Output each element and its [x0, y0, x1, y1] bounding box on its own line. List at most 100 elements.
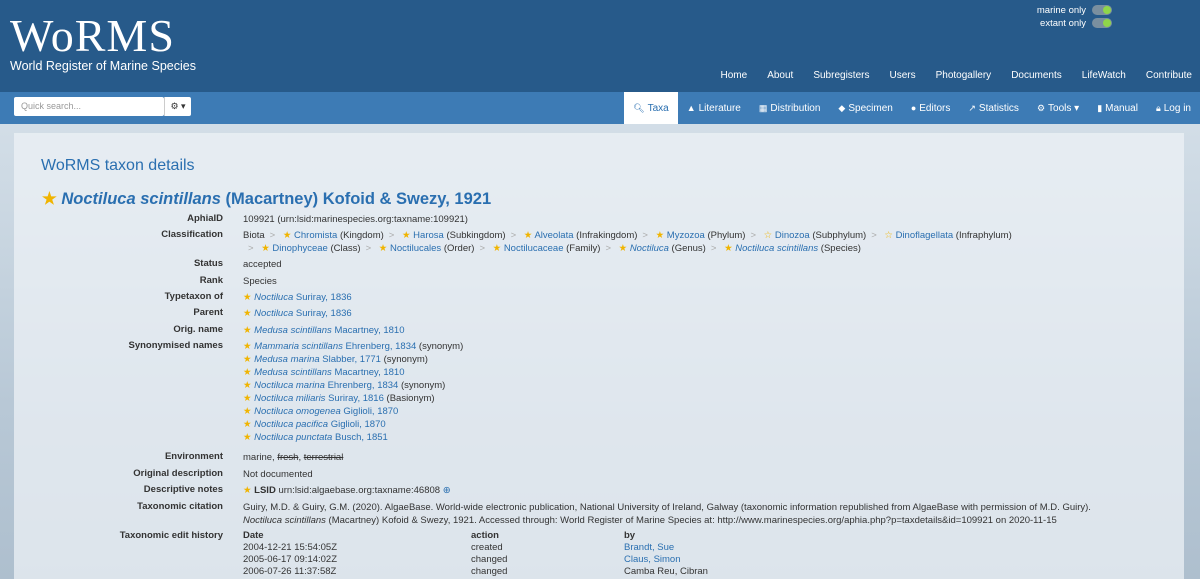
toggle-switch[interactable]: [1092, 18, 1112, 28]
lsid-value: urn:lsid:algaebase.org:taxname:46808: [278, 485, 441, 496]
tab-login[interactable]: 🔒︎ Log in: [1147, 92, 1200, 124]
quick-search-input[interactable]: Quick search...: [14, 97, 164, 116]
nav-subregisters[interactable]: Subregisters: [813, 70, 869, 81]
taxon-authority: (Macartney) Kofoid & Swezy, 1921: [225, 190, 492, 208]
history-action: changed: [471, 566, 508, 577]
tab-literature[interactable]: ▲ Literature: [678, 92, 750, 124]
class-link-subphylum[interactable]: Dinozoa: [775, 230, 810, 241]
nav-users[interactable]: Users: [889, 70, 915, 81]
class-link-infrakingdom[interactable]: Alveolata: [534, 230, 573, 241]
orig-name-link[interactable]: Medusa scintillans Macartney, 1810: [254, 325, 404, 336]
species-name: Noctiluca scintillans: [735, 243, 819, 254]
search-options-button[interactable]: ⚙ ▾: [164, 97, 191, 116]
star-icon: ★: [42, 190, 57, 208]
typetaxon-link[interactable]: Noctiluca Suriray, 1836: [254, 292, 352, 303]
extant-only-toggle[interactable]: extant only: [1037, 17, 1112, 29]
tab-editors[interactable]: ● Editors: [902, 92, 960, 124]
synonym-link[interactable]: Noctiluca omogenea Giglioli, 1870: [254, 406, 398, 417]
tab-statistics[interactable]: ↗ Statistics: [959, 92, 1028, 124]
class-link-species[interactable]: Noctiluca scintillans: [735, 243, 818, 254]
star-icon: ★: [402, 230, 411, 241]
synonym-link[interactable]: Noctiluca pacifica Giglioli, 1870: [254, 419, 385, 430]
history-date: 2005-06-17 09:14:02Z: [243, 554, 338, 565]
class-link-phylum[interactable]: Myzozoa: [667, 230, 705, 241]
worms-logo[interactable]: WoRMS World Register of Marine Species: [10, 10, 196, 74]
nav-photogallery[interactable]: Photogallery: [936, 70, 992, 81]
parent-link[interactable]: Noctiluca Suriray, 1836: [254, 308, 352, 319]
classification-label: Classification: [161, 229, 223, 240]
nav-documents[interactable]: Documents: [1011, 70, 1062, 81]
history-date-header: Date: [243, 530, 264, 541]
synonym-link[interactable]: Mammaria scintillans Ehrenberg, 1834: [254, 341, 416, 352]
chevron-right-icon: >: [871, 230, 877, 241]
synonyms-list: ★ Mammaria scintillans Ehrenberg, 1834 (…: [243, 340, 1173, 444]
taxon-name: Noctiluca punctata: [254, 432, 333, 443]
class-link-kingdom[interactable]: Chromista: [294, 230, 337, 241]
list-item: ★ Medusa scintillans Macartney, 1810: [243, 366, 1173, 379]
class-rank: (Kingdom): [339, 230, 384, 241]
synonym-link[interactable]: Noctiluca punctata Busch, 1851: [254, 432, 388, 443]
taxon-name: Medusa scintillans: [254, 325, 332, 336]
synonym-note: (Basionym): [386, 393, 435, 404]
star-icon: ★: [243, 419, 252, 430]
toggle-switch[interactable]: [1092, 5, 1112, 15]
class-link-genus[interactable]: Noctiluca: [630, 243, 669, 254]
taxon-name: Noctiluca scintillans: [61, 190, 221, 208]
star-icon: ★: [243, 406, 252, 417]
taxon-name: Noctiluca pacifica: [254, 419, 329, 430]
citation-value: Guiry, M.D. & Guiry, G.M. (2020). AlgaeB…: [243, 501, 1173, 527]
marine-only-toggle[interactable]: marine only: [1037, 4, 1112, 16]
history-editor-link[interactable]: Claus, Simon: [624, 554, 681, 565]
map-icon: ▦: [758, 103, 768, 113]
author: Ehrenberg, 1834: [345, 341, 417, 352]
status-label: Status: [193, 258, 223, 269]
tab-tools[interactable]: ⚙ Tools ▾: [1028, 92, 1088, 124]
synonym-link[interactable]: Noctiluca marina Ehrenberg, 1834: [254, 380, 398, 391]
nav-home[interactable]: Home: [721, 70, 748, 81]
star-icon: ★: [243, 341, 252, 352]
star-icon: ★: [243, 485, 252, 496]
tab-specimen[interactable]: ◆ Specimen: [829, 92, 901, 124]
plus-circle-icon[interactable]: ⊕: [443, 485, 451, 496]
list-item: ★ Noctiluca pacifica Giglioli, 1870: [243, 418, 1173, 431]
tab-taxa[interactable]: 🔍︎ Taxa: [624, 92, 678, 124]
author: Suriray, 1836: [295, 292, 352, 303]
class-rank: (Infrakingdom): [576, 230, 638, 241]
star-icon: ★: [655, 230, 665, 241]
taxon-heading: ★ Noctiluca scintillans (Macartney) Kofo…: [42, 189, 491, 209]
synonym-link[interactable]: Medusa marina Slabber, 1771: [254, 354, 381, 365]
env-terrestrial: terrestrial: [303, 452, 344, 463]
synonym-link[interactable]: Medusa scintillans Macartney, 1810: [254, 367, 404, 378]
author: Giglioli, 1870: [343, 406, 399, 417]
chevron-right-icon: >: [605, 243, 611, 254]
taxon-name: Noctiluca omogenea: [254, 406, 341, 417]
star-icon: ★: [243, 308, 252, 319]
nav-about[interactable]: About: [767, 70, 793, 81]
top-nav: Home About Subregisters Users Photogalle…: [701, 70, 1193, 81]
star-icon: ★: [378, 243, 388, 254]
class-rank: (Species): [820, 243, 861, 254]
class-link-order[interactable]: Noctilucales: [390, 243, 441, 254]
synonym-link[interactable]: Noctiluca miliaris Suriray, 1816: [254, 393, 384, 404]
class-rank: (Phylum): [707, 230, 746, 241]
class-link-subkingdom[interactable]: Harosa: [413, 230, 444, 241]
class-link-infraphylum[interactable]: Dinoflagellata: [896, 230, 954, 241]
star-icon: ★: [618, 243, 628, 254]
typetaxon-value: ★ Noctiluca Suriray, 1836: [243, 291, 1173, 304]
citation-label: Taxonomic citation: [137, 501, 223, 512]
nav-lifewatch[interactable]: LifeWatch: [1082, 70, 1126, 81]
author: Suriray, 1836: [295, 308, 352, 319]
descnotes-label: Descriptive notes: [143, 484, 223, 495]
users-icon: ●: [910, 103, 917, 113]
nav-contribute[interactable]: Contribute: [1146, 70, 1192, 81]
logo-title: WoRMS: [10, 10, 175, 61]
class-link-class[interactable]: Dinophyceae: [272, 243, 327, 254]
toggle-label: marine only: [1036, 4, 1086, 16]
history-editor-link[interactable]: Brandt, Sue: [624, 542, 674, 553]
class-link-family[interactable]: Noctilucaceae: [504, 243, 564, 254]
synonyms-label: Synonymised names: [128, 340, 223, 351]
logo-subtitle: World Register of Marine Species: [10, 59, 196, 73]
tab-distribution[interactable]: ▦ Distribution: [750, 92, 830, 124]
tab-manual[interactable]: ▮ Manual: [1088, 92, 1147, 124]
classification-value: Biota > ★ Chromista (Kingdom) > ★ Harosa (…: [243, 229, 1173, 255]
